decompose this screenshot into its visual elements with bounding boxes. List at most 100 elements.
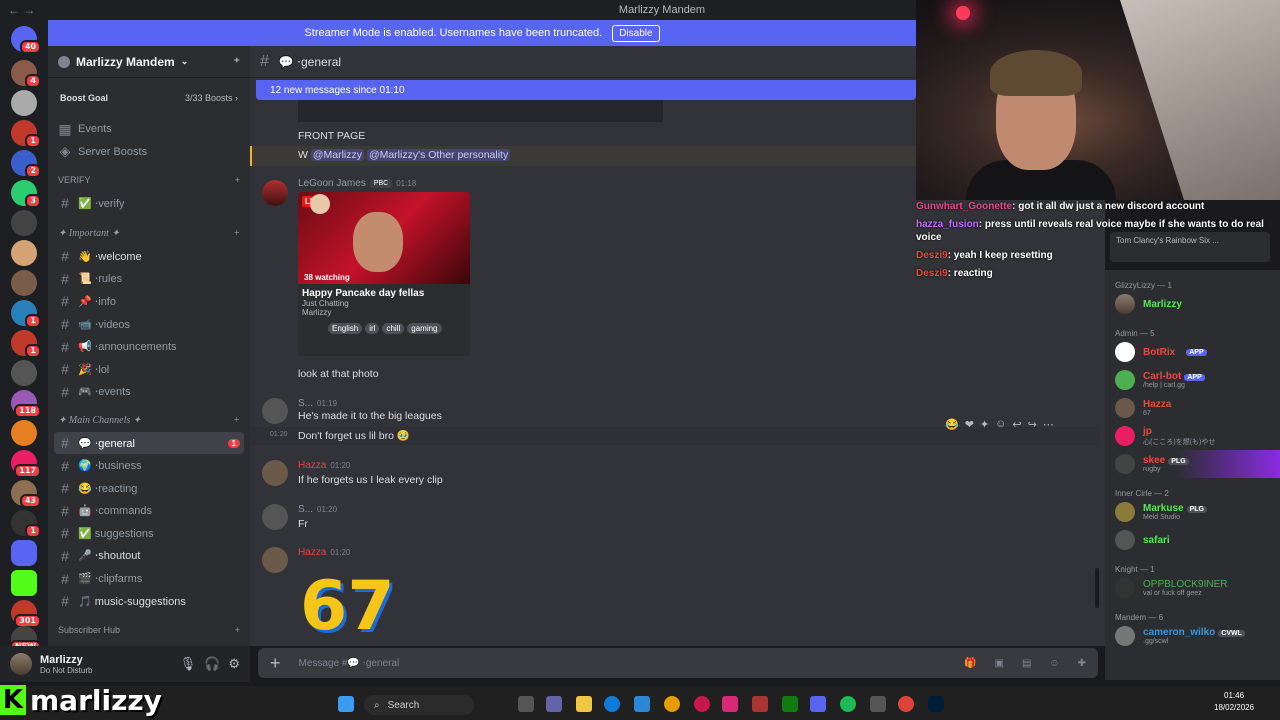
server-icon[interactable]: 118 [11,390,41,418]
message-input[interactable]: Message #💬 ⋅general [299,658,947,669]
category-subscriber-hub[interactable]: Subscriber Hub + [48,618,250,641]
more-icon[interactable]: ⋯ [1043,418,1054,431]
opera-icon[interactable] [694,696,710,712]
channel-suggestions[interactable]: # ✅ suggestions [48,522,250,545]
member-item[interactable]: Hazza 67 [1105,394,1280,422]
stream-title[interactable]: Happy Pancake day fellas [302,288,424,299]
channel-welcome[interactable]: # 👋 ⋅welcome [48,245,250,268]
channel-announcements[interactable]: # 📢 ⋅announcements [48,335,250,358]
add-attachment-icon[interactable]: + [270,653,281,674]
message[interactable]: Hazza 01:20 67 [250,545,1100,645]
server-icon[interactable] [11,210,37,236]
member-item[interactable]: Carl-bot APP/help | carl.gg [1105,366,1280,394]
stream-tag[interactable]: irl [365,323,380,334]
server-icon[interactable] [11,240,37,266]
discord-icon[interactable] [810,696,826,712]
heart-reaction-icon[interactable]: ❤ [965,418,974,431]
server-icon[interactable] [11,90,37,116]
avatar[interactable] [262,504,288,530]
category-verify[interactable]: VERIFY + [48,169,250,192]
taskbar-search[interactable]: ⌕ Search [364,695,474,715]
edge-icon[interactable] [604,696,620,712]
author-name[interactable]: LeGoon James [298,178,366,189]
channel-info[interactable]: # 📌 ⋅info [48,290,250,313]
channel-commands[interactable]: # 🤖 ⋅commands [48,500,250,523]
add-channel-icon[interactable]: + [235,175,240,185]
channel-general[interactable]: # 💬 ⋅general 1 [54,431,244,455]
mention[interactable]: @Marlizzy [310,149,365,161]
author-name[interactable]: Hazza [298,547,326,558]
stream-tag[interactable]: gaming [407,323,442,334]
kick-server-icon[interactable] [11,570,37,596]
xbox-icon[interactable] [782,696,798,712]
task-view-icon[interactable] [518,696,534,712]
new-messages-bar[interactable]: 12 new messages since 01:10 [256,80,916,100]
laugh-reaction-icon[interactable]: 😂 [945,418,959,431]
headphones-icon[interactable]: 🎧 [204,656,220,672]
server-icon[interactable]: 1 [11,330,41,358]
author-name[interactable]: Hazza [298,460,326,471]
system-clock[interactable]: 01:46 18/02/2026 [1214,690,1254,714]
channel-music-suggestions[interactable]: # 🎵 music-suggestions [48,590,250,613]
direct-messages-icon[interactable]: 40 [11,26,41,54]
sticker[interactable]: 67 [300,571,395,643]
avatar[interactable] [262,547,288,573]
user-info[interactable]: Marlizzy Do Not Disturb [40,654,172,675]
channel-videos[interactable]: # 📹 ⋅videos [48,313,250,336]
category-important[interactable]: ✦ Important ✦ + [48,222,250,245]
gif-icon[interactable]: ▣ [994,658,1003,669]
author-name[interactable]: S... [298,398,313,409]
adobe-icon[interactable] [752,696,768,712]
scrollbar[interactable] [1095,568,1099,608]
browser-icon[interactable] [664,696,680,712]
avatar[interactable] [262,460,288,486]
sticker-icon[interactable]: ▤ [1022,658,1031,669]
server-icon[interactable]: 1 [11,510,41,538]
add-channel-icon[interactable]: + [233,415,240,426]
windows-start-icon[interactable] [338,696,354,712]
reaction-icon[interactable]: ✦ [980,418,989,431]
avatar[interactable] [262,180,288,206]
member-item[interactable]: safari [1105,526,1280,554]
server-boosts-link[interactable]: ◈ Server Boosts [48,141,250,164]
avatar[interactable] [262,398,288,424]
app-icon[interactable] [870,696,886,712]
forward-icon[interactable]: ↪ [1028,418,1037,431]
member-item[interactable]: jp 心(こころ)を燃(も)やせ [1105,422,1280,450]
member-item[interactable]: cameron_wilko CVWL .gg/scwl [1105,622,1280,650]
member-item[interactable]: skee PLG rugby [1105,450,1280,478]
file-explorer-icon[interactable] [576,696,592,712]
add-channel-icon[interactable]: + [233,228,240,239]
server-icon[interactable]: 1 [11,120,41,148]
instagram-icon[interactable] [722,696,738,712]
disable-button[interactable]: Disable [612,24,660,42]
channel-clipfarms[interactable]: # 🎬 ⋅clipfarms [48,567,250,590]
author-name[interactable]: S... [298,504,313,515]
invite-icon[interactable]: ⁺ [234,55,240,69]
guild-header[interactable]: Marlizzy Mandem ⌄ ⁺ [48,46,250,78]
teams-icon[interactable] [546,696,562,712]
server-icon[interactable] [11,360,37,386]
stream-tag[interactable]: English [328,323,363,334]
member-item[interactable]: BotRix APP [1105,338,1280,366]
server-icon[interactable]: 301 [11,600,41,628]
reply-icon[interactable]: ↩ [1012,418,1021,431]
member-item[interactable]: Markuse PLG Meld Studio [1105,498,1280,526]
channel-verify[interactable]: # ✅ ⋅verify [48,192,250,215]
image-attachment[interactable] [298,100,663,122]
stream-tag[interactable]: chill [382,323,405,334]
channel-rules[interactable]: # 📜 ⋅rules [48,268,250,291]
channel-business[interactable]: # 🌍 ⋅business [48,454,250,477]
channel-events[interactable]: # 🎮 ⋅events [48,381,250,404]
folder-icon[interactable] [11,540,37,566]
category-main[interactable]: ✦ Main Channels ✦ + [48,409,250,432]
microphone-icon[interactable]: 🎙 [180,656,197,672]
gear-icon[interactable]: ⚙ [228,656,240,672]
member-item[interactable]: Marlizzy [1105,290,1280,318]
mention[interactable]: @Marlizzy's Other personality [366,149,511,161]
server-icon[interactable] [11,420,37,446]
channel-lol[interactable]: # 🎉 ⋅lol [48,358,250,381]
spotify-icon[interactable] [840,696,856,712]
apps-icon[interactable]: ✚ [1078,658,1086,669]
message[interactable]: Hazza 01:20 If he forgets us I leak ever… [250,458,1100,488]
